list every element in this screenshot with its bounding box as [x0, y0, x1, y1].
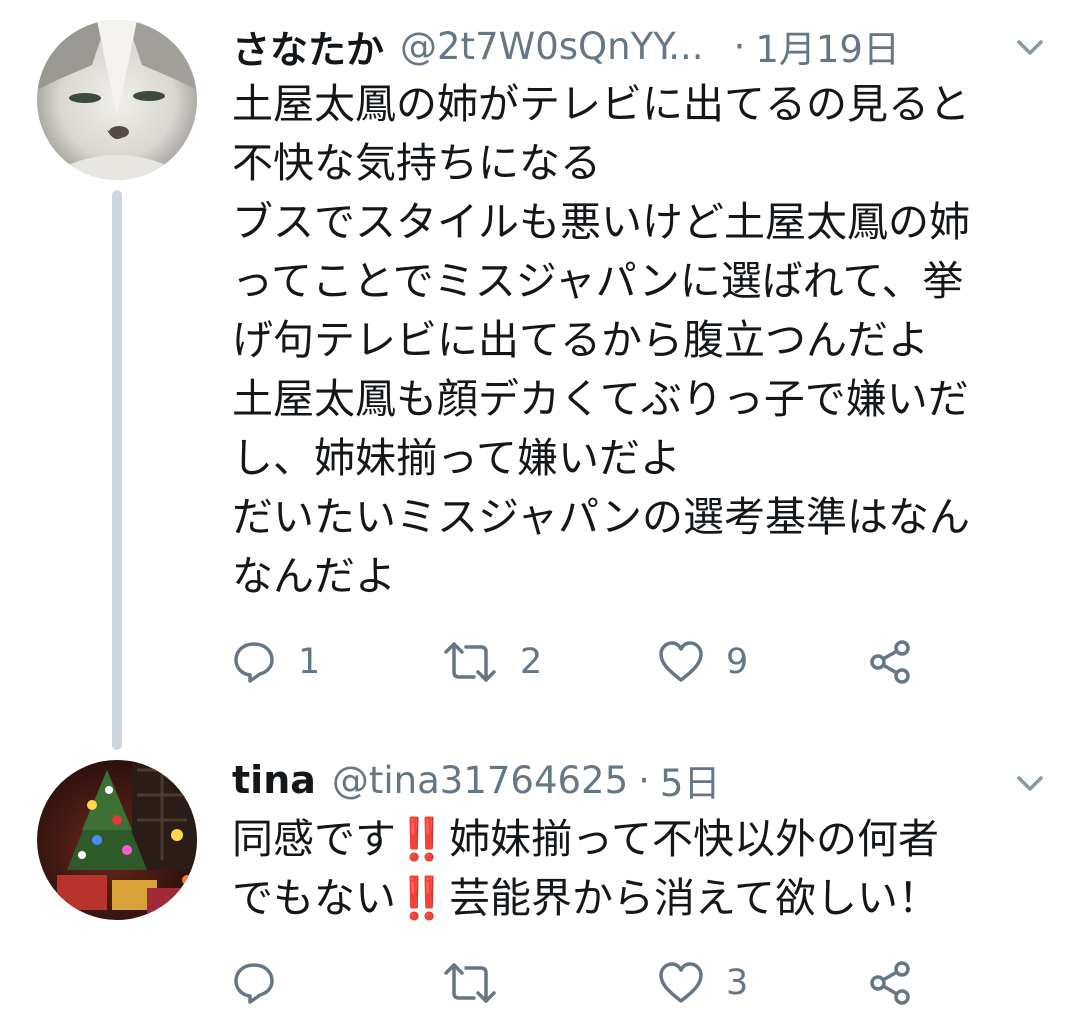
tweet-date[interactable]: 5日 — [660, 753, 721, 807]
meta-separator: · — [638, 758, 650, 802]
tweet-body-line: げ句テレビに出てるから腹立つんだよ — [232, 316, 929, 364]
tweet-header: さなたか @2t7W0sQnYY... · 1月19日 — [232, 18, 900, 74]
tweet-tina[interactable]: tina @tina31764625 · 5日 同感です‼️ 姉妹揃って不快以外の… — [0, 740, 1080, 1028]
retweet-button[interactable]: 2 — [442, 634, 542, 690]
tweet-actions: 3 — [232, 955, 952, 1011]
like-button[interactable]: 3 — [658, 955, 748, 1011]
body-text-segment: 芸能界から消えて欲しい！ — [449, 874, 940, 922]
heart-icon — [659, 962, 703, 1003]
display-name[interactable]: さなたか — [232, 19, 384, 74]
tweet-body-line: 土屋太鳳の姉がテレビに出てるの見ると — [232, 80, 970, 128]
like-count: 9 — [726, 642, 749, 682]
tweet-body-line: ってことでミスジャパンに選ばれて、挙 — [232, 257, 964, 305]
tweet-body-line: し、姉妹揃って嫌いだよ — [232, 434, 681, 482]
thread-connector-line — [112, 190, 122, 750]
retweet-button[interactable] — [442, 955, 520, 1011]
tweet-date[interactable]: 1月19日 — [755, 19, 900, 73]
avatar-tina[interactable] — [37, 760, 197, 920]
chevron-down-icon[interactable] — [1016, 37, 1044, 59]
share-icon — [870, 961, 910, 1005]
user-handle[interactable]: @tina31764625 — [332, 759, 628, 802]
display-name[interactable]: tina — [232, 758, 316, 802]
body-text-segment: でもない — [232, 874, 396, 922]
retweet-count: 2 — [520, 642, 543, 682]
tweet-body-line: 不快な気持ちになる — [232, 139, 601, 187]
meta-separator: · — [733, 24, 746, 68]
tweet-body: 同感です‼️ 姉妹揃って不快以外の何者 でもない‼️ 芸能界から消えて欲しい！ — [232, 810, 1052, 928]
double-exclamation-emoji: ‼️ — [396, 874, 447, 922]
tweet-sanataka[interactable]: さなたか @2t7W0sQnYY... · 1月19日 土屋太鳳の姉がテレビに出… — [0, 0, 1080, 760]
cat-avatar-icon — [37, 20, 197, 180]
tweet-body-line: だいたいミスジャパンの選考基準はなん — [232, 493, 970, 541]
like-count: 3 — [726, 963, 749, 1003]
heart-icon — [659, 641, 703, 682]
tweet-body: 土屋太鳳の姉がテレビに出てるの見ると 不快な気持ちになる ブスでスタイルも悪いけ… — [232, 75, 1052, 606]
retweet-icon — [444, 963, 496, 1003]
share-icon — [870, 640, 910, 684]
reply-button[interactable]: 1 — [232, 634, 320, 690]
tweet-body-line: 土屋太鳳も顔デカくてぶりっ子で嫌いだ — [232, 375, 969, 423]
share-button[interactable] — [868, 634, 916, 690]
chevron-down-icon[interactable] — [1016, 773, 1044, 795]
double-exclamation-emoji: ‼️ — [396, 815, 447, 863]
reply-icon — [234, 642, 274, 683]
reply-button[interactable] — [232, 955, 298, 1011]
christmas-tree-avatar-icon — [37, 760, 197, 920]
share-button[interactable] — [868, 955, 916, 1011]
body-text-segment: 姉妹揃って不快以外の何者 — [449, 815, 940, 863]
avatar-sanataka[interactable] — [37, 20, 197, 180]
tweet-body-line: でもない‼️ 芸能界から消えて欲しい！ — [232, 869, 1052, 928]
like-button[interactable]: 9 — [658, 634, 748, 690]
user-handle[interactable]: @2t7W0sQnYY... — [400, 25, 704, 68]
tweet-body-line: 同感です‼️ 姉妹揃って不快以外の何者 — [232, 810, 1052, 869]
body-text-segment: 同感です — [232, 815, 396, 863]
tweet-header: tina @tina31764625 · 5日 — [232, 752, 720, 808]
tweet-body-line: なんだよ — [232, 552, 396, 600]
tweet-body-line: ブスでスタイルも悪いけど土屋太鳳の姉 — [232, 198, 970, 246]
reply-count: 1 — [298, 642, 321, 682]
retweet-icon — [444, 642, 496, 682]
reply-icon — [234, 963, 274, 1004]
tweet-actions: 1 2 9 — [232, 634, 952, 690]
